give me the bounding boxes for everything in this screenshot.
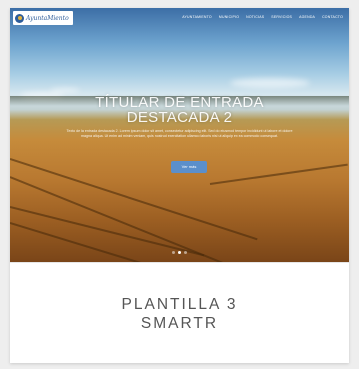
hero-title-line2: DESTACADA 2 [126, 109, 233, 126]
field-track [209, 163, 348, 185]
slider-dot [184, 251, 187, 254]
hero-body-text: Texto de la entrada destacada 2. Lorem i… [66, 129, 293, 138]
cloud [50, 88, 80, 93]
nav-link-contacto: CONTACTO [322, 15, 343, 19]
template-caption[interactable]: PLANTILLA 3 SMARTR [10, 262, 349, 363]
template-name-line2: SMARTR [140, 314, 219, 332]
slider-dots [10, 251, 349, 254]
nav-link-ayuntamiento: AYUNTAMIENTO [182, 15, 212, 19]
site-logo: AyuntaMiento [13, 11, 73, 25]
hero-title: TÍTULAR DE ENTRADA DESTACADA 2 [10, 95, 349, 125]
field-track [10, 176, 252, 262]
logo-text: AyuntaMiento [26, 14, 69, 22]
thumbnail-navbar: AyuntaMiento AYUNTAMIENTO MUNICIPIO NOTI… [10, 8, 349, 28]
nav-link-municipio: MUNICIPIO [218, 15, 240, 19]
template-thumbnail[interactable]: AyuntaMiento AYUNTAMIENTO MUNICIPIO NOTI… [10, 8, 349, 262]
nav-link-servicios: SERVICIOS [271, 15, 293, 19]
nav-links: AYUNTAMIENTO MUNICIPIO NOTICIAS SERVICIO… [182, 15, 343, 19]
slider-dot [172, 251, 175, 254]
template-name-line1: PLANTILLA 3 [121, 295, 238, 313]
cloud [230, 78, 310, 88]
nav-link-noticias: NOTICIAS [246, 15, 265, 19]
logo-emblem-icon [15, 13, 24, 23]
slider-dot-active [178, 251, 181, 254]
nav-link-agenda: AGENDA [299, 15, 316, 19]
hero-title-line1: TÍTULAR DE ENTRADA [95, 94, 264, 111]
template-card[interactable]: AyuntaMiento AYUNTAMIENTO MUNICIPIO NOTI… [10, 8, 349, 363]
hero-more-button: Ver más [171, 161, 207, 173]
